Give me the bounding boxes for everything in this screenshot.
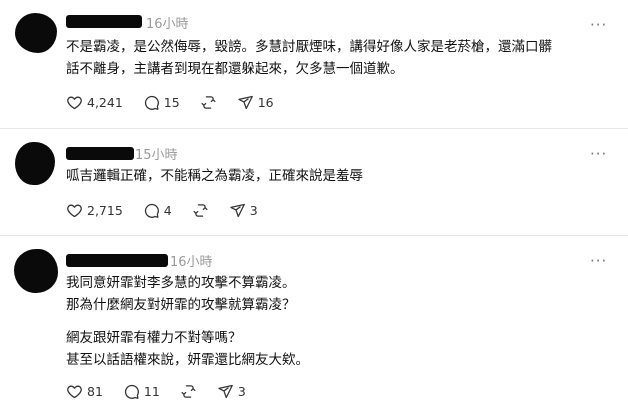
action-bar: 81 11 3 bbox=[66, 381, 266, 401]
repost-button[interactable] bbox=[180, 383, 197, 400]
post-text-line: 那為什麼網友對妍霏的攻擊就算霸凌？ bbox=[66, 297, 296, 313]
like-button[interactable]: 4,241 bbox=[66, 94, 123, 111]
reply-count: 11 bbox=[143, 383, 160, 399]
timestamp[interactable]: 16小時 bbox=[170, 251, 213, 270]
comment-icon bbox=[124, 384, 139, 399]
share-count: 16 bbox=[257, 94, 274, 110]
reply-button[interactable]: 4 bbox=[143, 202, 172, 219]
post-text-line: 我同意妍霏對李多慧的攻擊不算霸凌。 bbox=[66, 275, 296, 291]
repost-icon bbox=[181, 384, 196, 398]
post-text-line: 網友跟妍霏有權力不對等嗎？ bbox=[66, 330, 242, 346]
post-2: 15小時 ··· 呱吉邏輯正確，不能稱之為霸凌，正確來說是羞辱 2,715 4 … bbox=[0, 129, 628, 235]
more-icon[interactable]: ··· bbox=[590, 254, 607, 269]
like-count: 81 bbox=[87, 383, 103, 399]
action-bar: 4,241 15 16 bbox=[66, 92, 294, 112]
post-text-line: 不是霸凌，是公然侮辱，毀謗。多慧討厭煙味，講得好像人家是老菸槍，還滿口髒 bbox=[66, 39, 552, 55]
comment-icon bbox=[144, 203, 159, 218]
timestamp[interactable]: 15小時 bbox=[135, 144, 178, 163]
share-button[interactable]: 16 bbox=[237, 94, 274, 111]
share-button[interactable]: 3 bbox=[229, 202, 258, 219]
share-count: 3 bbox=[249, 202, 258, 218]
heart-icon bbox=[67, 204, 82, 217]
like-button[interactable]: 81 bbox=[66, 383, 103, 400]
like-button[interactable]: 2,715 bbox=[66, 202, 123, 219]
avatar[interactable] bbox=[15, 13, 57, 53]
username-redacted[interactable] bbox=[66, 147, 134, 160]
post-3: 16小時 ··· 我同意妍霏對李多慧的攻擊不算霸凌。 那為什麼網友對妍霏的攻擊就… bbox=[0, 236, 628, 414]
reply-button[interactable]: 15 bbox=[143, 94, 180, 111]
username-redacted[interactable] bbox=[66, 254, 168, 267]
like-count: 2,715 bbox=[87, 202, 123, 218]
more-icon[interactable]: ··· bbox=[590, 147, 607, 162]
heart-icon bbox=[67, 96, 82, 109]
reply-count: 4 bbox=[163, 202, 172, 218]
share-icon bbox=[230, 203, 245, 217]
avatar[interactable] bbox=[14, 249, 58, 293]
share-icon bbox=[218, 384, 233, 398]
post-1: 16小時 ··· 不是霸凌，是公然侮辱，毀謗。多慧討厭煙味，講得好像人家是老菸槍… bbox=[0, 0, 628, 128]
repost-icon bbox=[193, 203, 208, 217]
share-button[interactable]: 3 bbox=[217, 383, 246, 400]
avatar[interactable] bbox=[15, 142, 55, 185]
reply-button[interactable]: 11 bbox=[123, 383, 160, 400]
reply-count: 15 bbox=[163, 94, 180, 110]
post-text-line: 甚至以話語權來說，妍霏還比網友大欸。 bbox=[66, 352, 309, 368]
repost-icon bbox=[201, 95, 216, 109]
username-redacted[interactable] bbox=[66, 15, 142, 28]
like-count: 4,241 bbox=[87, 94, 123, 110]
more-icon[interactable]: ··· bbox=[590, 18, 607, 33]
comment-icon bbox=[144, 95, 159, 110]
share-count: 3 bbox=[237, 383, 246, 399]
post-text: 呱吉邏輯正確，不能稱之為霸凌，正確來說是羞辱 bbox=[66, 165, 606, 187]
share-icon bbox=[238, 95, 253, 109]
repost-button[interactable] bbox=[200, 94, 217, 111]
post-text: 不是霸凌，是公然侮辱，毀謗。多慧討厭煙味，講得好像人家是老菸槍，還滿口髒 話不離… bbox=[66, 36, 606, 80]
action-bar: 2,715 4 3 bbox=[66, 200, 278, 220]
post-text: 我同意妍霏對李多慧的攻擊不算霸凌。 那為什麼網友對妍霏的攻擊就算霸凌？ 網友跟妍… bbox=[66, 272, 606, 371]
post-text-line: 呱吉邏輯正確，不能稱之為霸凌，正確來說是羞辱 bbox=[66, 168, 363, 184]
repost-button[interactable] bbox=[192, 202, 209, 219]
heart-icon bbox=[67, 385, 82, 398]
timestamp[interactable]: 16小時 bbox=[146, 13, 189, 32]
post-text-line: 話不離身，主講者到現在都還躲起來，欠多慧一個道歉。 bbox=[66, 61, 404, 77]
